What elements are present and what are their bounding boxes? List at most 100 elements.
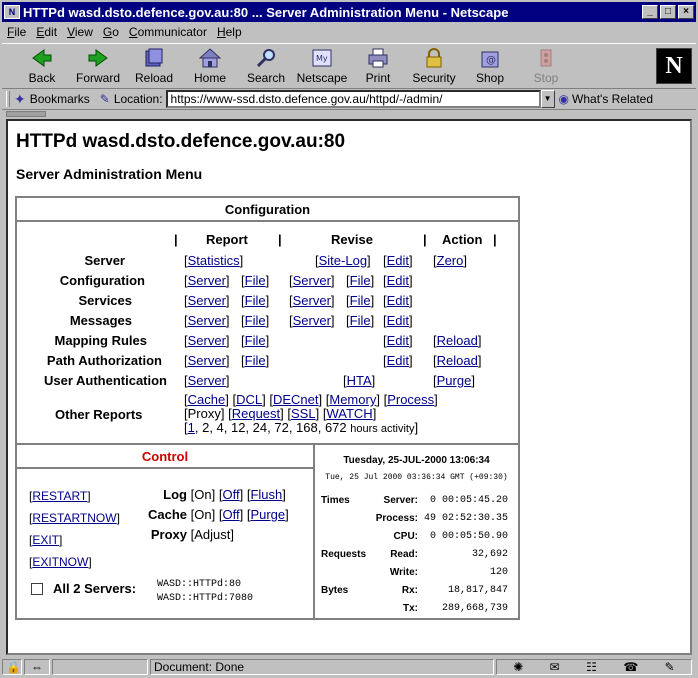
- activity-1-hour-link[interactable]: 1: [188, 420, 195, 435]
- server-1: WASD::HTTPd:80: [157, 579, 242, 590]
- progress-bar: [52, 658, 148, 675]
- forward-arrow-icon: [86, 47, 110, 69]
- messages-revise-server-link[interactable]: Server: [289, 313, 335, 328]
- log-flush-link[interactable]: Flush: [247, 487, 286, 502]
- menu-file[interactable]: File: [2, 25, 31, 39]
- memory-report-link[interactable]: Memory: [326, 392, 380, 407]
- netscape-button[interactable]: My Netscape: [294, 44, 350, 88]
- netscape-app-icon[interactable]: N: [4, 5, 20, 19]
- search-label: Search: [246, 71, 286, 85]
- config-column-headers: | Report | Revise | Action |: [174, 232, 497, 247]
- mapping-report-file-link[interactable]: File: [241, 333, 269, 348]
- mapping-reload-link[interactable]: Reload: [433, 333, 481, 348]
- process-report-link[interactable]: Process: [384, 392, 438, 407]
- restart-link[interactable]: RESTART: [29, 489, 91, 503]
- security-lock-icon[interactable]: 🔒: [2, 658, 22, 675]
- forward-button[interactable]: Forward: [70, 44, 126, 88]
- stop-button[interactable]: Stop: [518, 44, 574, 88]
- server-zero-link[interactable]: Zero: [433, 253, 467, 268]
- watch-report-link[interactable]: WATCH: [323, 406, 376, 421]
- address-book-icon[interactable]: ☎: [623, 660, 638, 674]
- services-revise-server-link[interactable]: Server: [289, 293, 335, 308]
- close-button[interactable]: ×: [678, 5, 694, 19]
- services-report-file-link[interactable]: File: [241, 293, 269, 308]
- cache-report-link[interactable]: Cache: [184, 392, 229, 407]
- menu-view[interactable]: View: [62, 25, 98, 39]
- decnet-report-link[interactable]: DECnet: [269, 392, 322, 407]
- shop-button[interactable]: @ Shop: [462, 44, 518, 88]
- dcl-report-link[interactable]: DCL: [232, 392, 265, 407]
- cache-purge-link[interactable]: Purge: [247, 507, 289, 522]
- back-button[interactable]: Back: [14, 44, 70, 88]
- pathauth-edit-link[interactable]: Edit: [383, 353, 413, 368]
- server-statistics-link[interactable]: Statistics: [184, 253, 243, 268]
- activity-hours-list[interactable]: , 2, 4, 12, 24, 72, 168, 672: [195, 420, 347, 435]
- security-button[interactable]: Security: [406, 44, 462, 88]
- configuration-edit-link[interactable]: Edit: [383, 273, 413, 288]
- userauth-report-server-link[interactable]: Server: [184, 373, 230, 388]
- all-servers-checkbox[interactable]: [31, 583, 43, 595]
- cache-off-link[interactable]: Off: [219, 507, 243, 522]
- bytes-label: Bytes: [321, 585, 349, 596]
- configuration-revise-file-link[interactable]: File: [346, 273, 374, 288]
- services-report-server-link[interactable]: Server: [184, 293, 230, 308]
- reload-button[interactable]: Reload: [126, 44, 182, 88]
- menu-go[interactable]: Go: [98, 25, 124, 39]
- location-url-input[interactable]: https://www-ssd.dsto.defence.gov.au/http…: [165, 90, 541, 108]
- search-button[interactable]: Search: [238, 44, 294, 88]
- newsgroups-icon[interactable]: ☷: [586, 660, 597, 674]
- request-report-link[interactable]: Request: [228, 406, 284, 421]
- pathauth-report-server-link[interactable]: Server: [184, 353, 230, 368]
- collapsed-toolbar-tab[interactable]: [6, 111, 46, 117]
- restartnow-link[interactable]: RESTARTNOW: [29, 511, 120, 525]
- stop-label: Stop: [533, 71, 559, 85]
- menu-edit[interactable]: Edit: [31, 25, 62, 39]
- menu-help[interactable]: Help: [212, 25, 247, 39]
- shop-icon: @: [478, 47, 502, 69]
- netscape-logo[interactable]: N: [656, 48, 692, 84]
- composer-icon[interactable]: ✎: [665, 660, 675, 674]
- control-heading: Control: [17, 445, 313, 469]
- maximize-button[interactable]: □: [660, 5, 676, 19]
- menu-communicator[interactable]: Communicator: [124, 25, 212, 39]
- messages-edit-link[interactable]: Edit: [383, 313, 413, 328]
- requests-read: 32,692: [471, 549, 508, 560]
- userauth-purge-link[interactable]: Purge: [433, 373, 475, 388]
- messages-report-file-link[interactable]: File: [241, 313, 269, 328]
- whats-related-button[interactable]: What's Related: [572, 92, 653, 106]
- print-button[interactable]: Print: [350, 44, 406, 88]
- configuration-report-file-link[interactable]: File: [241, 273, 269, 288]
- url-dropdown-button[interactable]: ▼: [540, 90, 555, 108]
- minimize-button[interactable]: _: [642, 5, 658, 19]
- requests-label: Requests: [321, 549, 367, 560]
- ssl-report-link[interactable]: SSL: [287, 406, 319, 421]
- userauth-hta-link[interactable]: HTA: [343, 373, 375, 388]
- forward-label: Forward: [75, 71, 120, 85]
- mail-icon[interactable]: ✉: [550, 660, 560, 674]
- config-row-server: Server Statistics Site-Log Edit Zero: [17, 253, 517, 271]
- print-label: Print: [365, 71, 391, 85]
- toolbar-grip[interactable]: [6, 91, 10, 107]
- server-sitelog-link[interactable]: Site-Log: [315, 253, 371, 268]
- bookmarks-button[interactable]: Bookmarks: [30, 92, 90, 106]
- home-button[interactable]: Home: [182, 44, 238, 88]
- home-icon: [198, 47, 222, 69]
- exitnow-link[interactable]: EXITNOW: [29, 555, 92, 569]
- services-edit-link[interactable]: Edit: [383, 293, 413, 308]
- log-off-link[interactable]: Off: [219, 487, 243, 502]
- pathauth-report-file-link[interactable]: File: [241, 353, 269, 368]
- row-label: Messages: [69, 313, 132, 328]
- mapping-edit-link[interactable]: Edit: [383, 333, 413, 348]
- printer-icon: [366, 47, 390, 69]
- messages-report-server-link[interactable]: Server: [184, 313, 230, 328]
- navigator-icon[interactable]: ✺: [513, 660, 523, 674]
- configuration-revise-server-link[interactable]: Server: [289, 273, 335, 288]
- configuration-report-server-link[interactable]: Server: [184, 273, 230, 288]
- server-edit-link[interactable]: Edit: [383, 253, 413, 268]
- messages-revise-file-link[interactable]: File: [346, 313, 374, 328]
- svg-text:My: My: [316, 54, 328, 63]
- exit-link[interactable]: EXIT: [29, 533, 62, 547]
- pathauth-reload-link[interactable]: Reload: [433, 353, 481, 368]
- mapping-report-server-link[interactable]: Server: [184, 333, 230, 348]
- services-revise-file-link[interactable]: File: [346, 293, 374, 308]
